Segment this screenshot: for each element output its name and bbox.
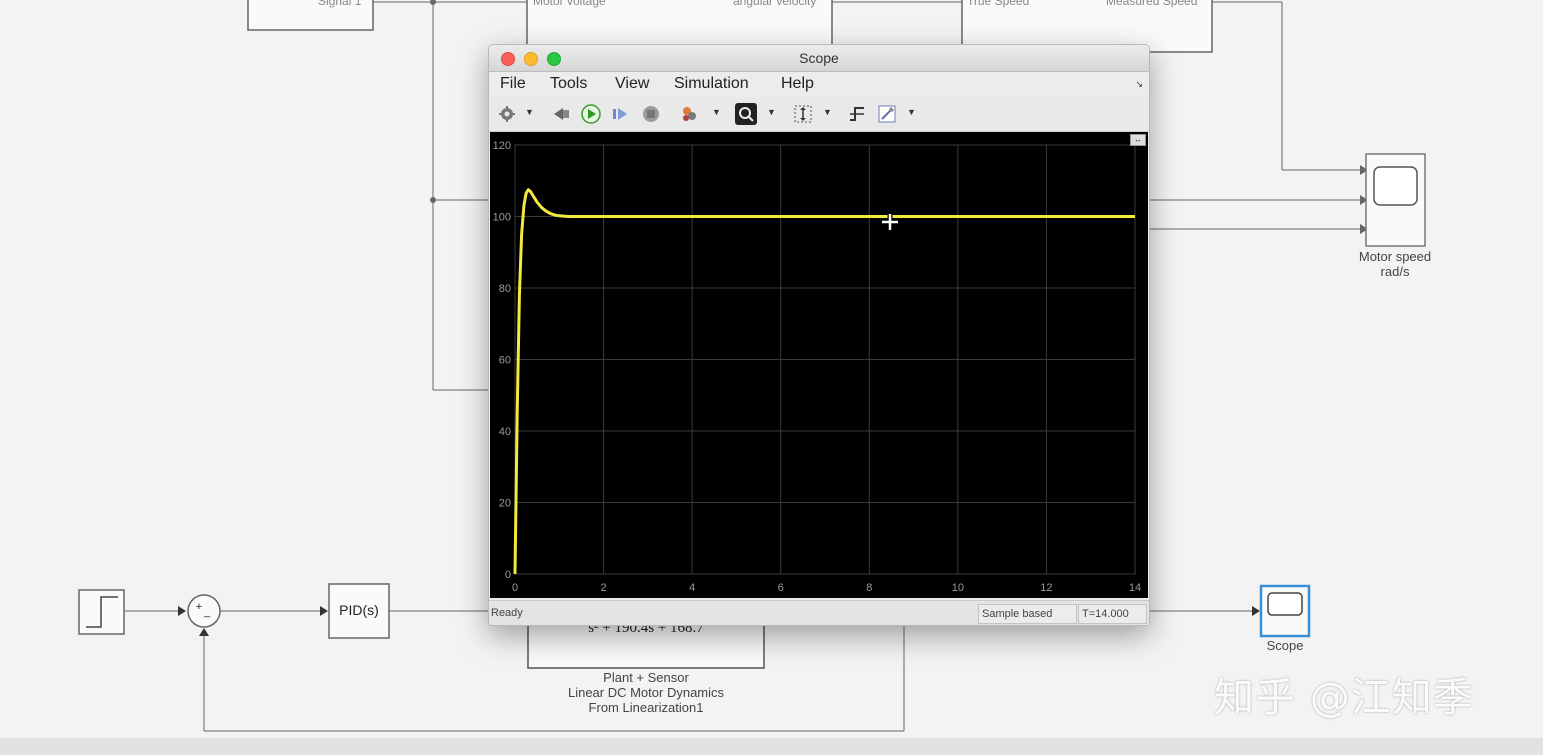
menu-help[interactable]: Help [781, 75, 814, 93]
measured-speed-port-label: Measured Speed [1106, 0, 1198, 8]
menu-view[interactable]: View [615, 75, 649, 93]
status-ready-text: Ready [491, 607, 523, 619]
x-tick-label: 8 [866, 582, 872, 594]
trigger-icon[interactable] [846, 103, 868, 125]
plant-block-caption: Plant + Sensor Linear DC Motor Dynamics … [536, 670, 756, 715]
menu-overflow-icon[interactable]: ↘ [1135, 79, 1143, 90]
sample-mode-status: Sample based [978, 604, 1077, 624]
scope-block-caption: Scope [1266, 638, 1304, 653]
x-tick-label: 10 [952, 582, 964, 594]
edit-icon[interactable] [876, 103, 898, 125]
x-tick-label: 12 [1040, 582, 1052, 594]
motor-voltage-port-label: Motor voltage [533, 0, 606, 8]
toolbar: ▼ ▼ ▼ ▼ ▼ [489, 97, 1149, 132]
highlight-dropdown-icon[interactable]: ▼ [712, 107, 721, 117]
motor-speed-caption-line: rad/s [1380, 264, 1410, 279]
sum-minus-sign: _ [203, 606, 211, 618]
simulation-time-status: T=14.000 [1078, 604, 1147, 624]
scope-chart[interactable]: 0 2 4 6 8 10 12 14 0 20 40 60 80 100 120 [490, 132, 1148, 598]
y-tick-label: 120 [493, 140, 511, 152]
y-tick-label: 100 [493, 212, 511, 224]
step-back-icon[interactable] [551, 103, 571, 125]
highlight-icon[interactable] [679, 103, 701, 125]
y-tick-label: 20 [499, 498, 511, 510]
x-tick-label: 0 [512, 582, 518, 594]
watermark-text: 知乎 @江知季 [1214, 675, 1474, 721]
signal-output-label: Signal 1 [318, 0, 362, 8]
series-line [513, 188, 1135, 575]
x-tick-label: 4 [689, 582, 695, 594]
step-forward-icon[interactable] [610, 103, 630, 125]
true-speed-port-label: True Speed [967, 0, 1030, 8]
stop-icon[interactable] [641, 103, 661, 125]
edit-dropdown-icon[interactable]: ▼ [907, 107, 916, 117]
y-tick-label: 60 [499, 355, 511, 367]
plant-caption-line: Plant + Sensor [603, 670, 689, 685]
menu-simulation[interactable]: Simulation [674, 75, 749, 93]
status-bar: Ready Sample based T=14.000 [489, 600, 1149, 625]
menu-file[interactable]: File [500, 75, 526, 93]
expand-axes-icon[interactable]: ↔ [1130, 134, 1146, 146]
plant-caption-line: Linear DC Motor Dynamics [567, 685, 725, 700]
scope-window[interactable]: Scope File Tools View Simulation Help ↘ … [488, 44, 1150, 626]
window-titlebar[interactable]: Scope [489, 45, 1149, 72]
crosshair-cursor-icon [881, 213, 899, 231]
x-tick-label: 6 [778, 582, 784, 594]
motor-speed-caption-line: Motor speed [1358, 249, 1432, 264]
gear-icon[interactable] [497, 103, 517, 125]
y-tick-label: 40 [499, 426, 511, 438]
scale-axes-dropdown-icon[interactable]: ▼ [823, 107, 832, 117]
x-tick-label: 2 [601, 582, 607, 594]
x-tick-label: 14 [1129, 582, 1141, 594]
scope-plot-area[interactable]: 0 2 4 6 8 10 12 14 0 20 40 60 80 100 120 ↔ [490, 132, 1148, 598]
plant-caption-line: From Linearization1 [588, 700, 704, 715]
y-tick-label: 0 [505, 569, 511, 581]
zoom-icon[interactable] [735, 103, 757, 125]
zoom-dropdown-icon[interactable]: ▼ [767, 107, 776, 117]
motor-speed-scope-caption: Motor speed rad/s [1345, 249, 1445, 279]
menu-bar: File Tools View Simulation Help ↘ [489, 72, 1149, 96]
scale-axes-icon[interactable] [792, 103, 814, 125]
angular-velocity-port-label: angular velocity [733, 0, 817, 8]
menu-tools[interactable]: Tools [550, 75, 587, 93]
run-icon[interactable] [580, 103, 602, 125]
y-tick-label: 80 [499, 283, 511, 295]
pid-block-label: PID(s) [339, 602, 379, 618]
gear-dropdown-icon[interactable]: ▼ [525, 107, 534, 117]
window-title: Scope [799, 50, 839, 66]
